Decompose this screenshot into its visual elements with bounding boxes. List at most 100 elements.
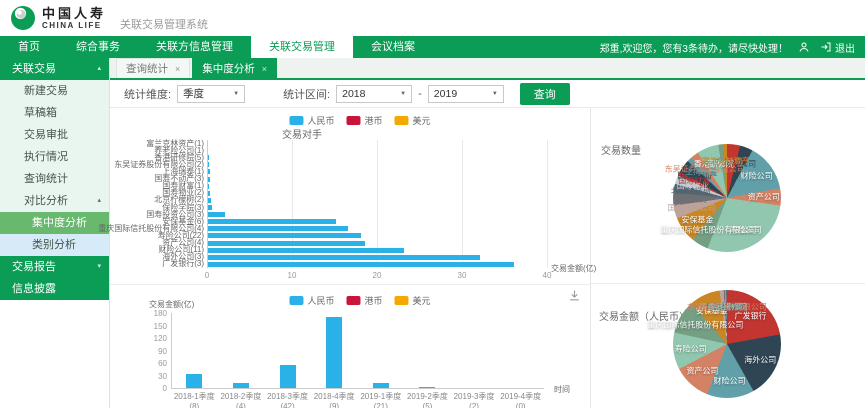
quarter-bar-4[interactable] (373, 383, 389, 388)
user-icon[interactable] (798, 41, 810, 53)
close-icon[interactable]: × (175, 59, 180, 79)
range-label: 统计区间: (283, 86, 330, 102)
search-button[interactable]: 查询 (520, 83, 570, 105)
legend-label: 美元 (413, 294, 431, 307)
x-tick-label: 40 (539, 271, 555, 280)
tab-label: 查询统计 (126, 59, 168, 79)
x-axis-label: 交易金额(亿) (551, 263, 596, 274)
sidebar-item-0[interactable]: 关联交易▴ (0, 58, 109, 80)
nav-item-0[interactable]: 首页 (0, 36, 58, 58)
y-axis-line (171, 313, 172, 388)
logout-button[interactable]: 退出 (820, 40, 855, 55)
sidebar-item-4[interactable]: 执行情况 (0, 146, 109, 168)
vbar-legend-item-0[interactable]: 人民币 (289, 294, 334, 307)
download-icon[interactable] (568, 289, 581, 302)
quarter-bar-0[interactable] (186, 374, 202, 388)
bar-12[interactable] (208, 226, 348, 231)
brand-name-en: CHINA LIFE (42, 22, 106, 30)
sidebar-item-1[interactable]: 新建交易 (0, 80, 109, 102)
nav-item-4[interactable]: 会议档案 (353, 36, 433, 58)
y-tick-label: 60 (147, 359, 167, 368)
legend-swatch (346, 296, 360, 305)
quarter-bar-5[interactable] (419, 387, 435, 388)
quarter-bar-3[interactable] (326, 317, 342, 388)
quarter-tick-label: 2019-4季度(0) (497, 392, 544, 408)
dimension-label: 统计维度: (124, 86, 171, 102)
bar-15[interactable] (208, 248, 404, 253)
x-tick-label: 10 (284, 271, 300, 280)
sidebar: 关联交易▴新建交易草稿箱交易审批执行情况查询统计对比分析▴集中度分析类别分析交易… (0, 58, 110, 408)
content-area: 查询统计×集中度分析× 统计维度: 季度 ▼ 统计区间: 2018 ▼ - 20… (110, 58, 865, 408)
year-from-select[interactable]: 2018 ▼ (336, 85, 412, 103)
pie-charts-panel: 交易数量 交易金额（人民币） 广发银行海外公司财险公司资产公司寿险公司重庆国际信… (591, 108, 865, 408)
logout-icon (820, 41, 832, 53)
quarter-bar-2[interactable] (280, 365, 296, 388)
quarter-bar-1[interactable] (233, 383, 249, 388)
sidebar-item-2[interactable]: 草稿箱 (0, 102, 109, 124)
bar-13[interactable] (208, 233, 361, 238)
bar-6[interactable] (208, 184, 209, 189)
nav-item-3[interactable]: 关联交易管理 (251, 36, 353, 58)
bar-9[interactable] (208, 205, 212, 210)
bar-17[interactable] (208, 262, 514, 267)
nav-item-1[interactable]: 综合事务 (58, 36, 138, 58)
transaction-count-pie[interactable] (673, 144, 781, 252)
legend-label: 人民币 (307, 294, 334, 307)
count-pie-title: 交易数量 (601, 142, 641, 157)
sidebar-item-8[interactable]: 类别分析 (0, 234, 109, 256)
year-to-select[interactable]: 2019 ▼ (428, 85, 504, 103)
bar-7[interactable] (208, 191, 210, 196)
hbar-legend-item-2[interactable]: 美元 (395, 114, 431, 127)
app-header: 中国人寿 CHINA LIFE 关联交易管理系统 (0, 0, 865, 36)
bar-11[interactable] (208, 219, 336, 224)
sidebar-item-6[interactable]: 对比分析▴ (0, 190, 109, 212)
brand-name-cn: 中国人寿 (42, 7, 106, 20)
legend-swatch (395, 296, 409, 305)
divider (591, 283, 865, 284)
quarter-tick-label: 2018-3季度(42) (264, 392, 311, 408)
navbar-right: 郑重,欢迎您，您有3条待办，请尽快处理！ 退出 (600, 36, 865, 58)
legend-swatch (395, 116, 409, 125)
sidebar-item-3[interactable]: 交易审批 (0, 124, 109, 146)
gridline (462, 140, 463, 268)
sidebar-item-5[interactable]: 查询统计 (0, 168, 109, 190)
bar-5[interactable] (208, 177, 210, 182)
sidebar-item-7[interactable]: 集中度分析 (0, 212, 109, 234)
quarter-count: (9) (311, 402, 358, 408)
sidebar-item-10[interactable]: 信息披露 (0, 278, 109, 300)
dimension-select[interactable]: 季度 ▼ (177, 85, 245, 103)
tab-1[interactable]: 集中度分析× (192, 58, 277, 78)
close-icon[interactable]: × (262, 59, 267, 79)
bar-14[interactable] (208, 241, 365, 246)
quarter-tick-label: 2018-1季度(8) (171, 392, 218, 408)
vbar-legend: 人民币港币 美元 (289, 294, 430, 307)
logout-label: 退出 (835, 40, 855, 55)
quarter-count: (4) (218, 402, 265, 408)
hbar-legend-item-0[interactable]: 人民币 (289, 114, 334, 127)
bar-10[interactable] (208, 212, 225, 217)
sidebar-item-9[interactable]: 交易报告▾ (0, 256, 109, 278)
tab-0[interactable]: 查询统计 × (116, 58, 190, 78)
transaction-amount-pie[interactable] (673, 290, 781, 398)
vbar-legend-item-2[interactable]: 美元 (395, 294, 431, 307)
quarter-tick-label: 2018-2季度(4) (218, 392, 265, 408)
y-tick-label: 90 (147, 347, 167, 356)
legend-label: 美元 (413, 114, 431, 127)
greeting-text: 郑重,欢迎您，您有3条待办，请尽快处理！ (600, 40, 788, 55)
bar-8[interactable] (208, 198, 211, 203)
bar-2[interactable] (208, 155, 209, 160)
divider (110, 284, 590, 285)
legend-label: 人民币 (307, 114, 334, 127)
quarter-count: (42) (264, 402, 311, 408)
y-tick-label: 30 (147, 372, 167, 381)
chevron-down-icon: ▼ (233, 91, 239, 97)
hbar-legend-item-1[interactable]: 港币 (346, 114, 382, 127)
tab-bar: 查询统计×集中度分析× (110, 58, 865, 80)
vbar-legend-item-1[interactable]: 港币 (346, 294, 382, 307)
chevron-down-icon: ▼ (492, 91, 498, 97)
nav-item-2[interactable]: 关联方信息管理 (138, 36, 251, 58)
bar-4[interactable] (208, 169, 210, 174)
bar-16[interactable] (208, 255, 480, 260)
amount-pie-title: 交易金额（人民币） (599, 308, 689, 323)
bar-3[interactable] (208, 162, 209, 167)
